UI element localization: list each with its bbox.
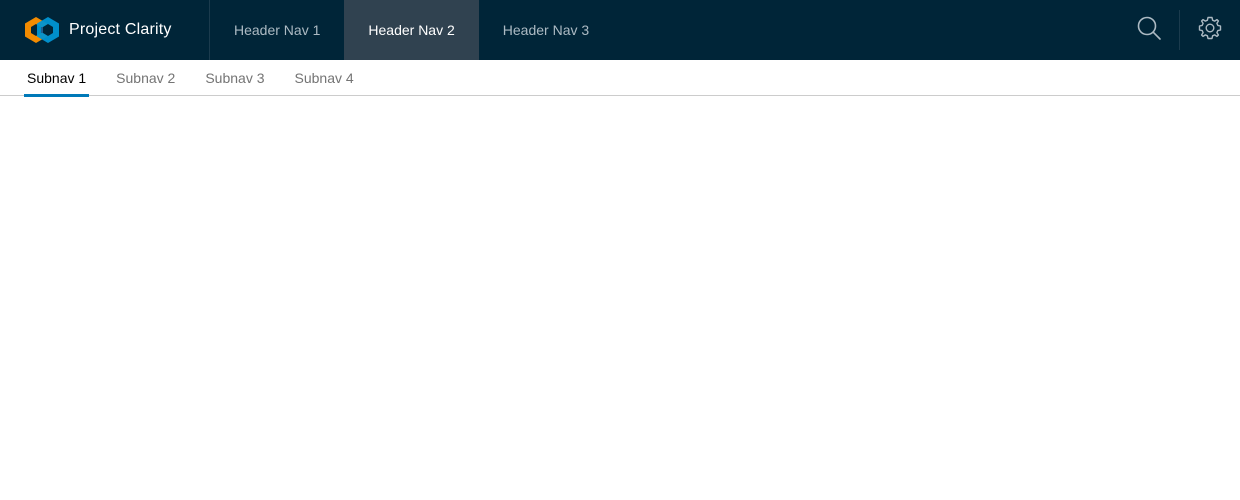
header-actions	[1119, 0, 1240, 60]
search-icon	[1136, 15, 1162, 46]
brand-title: Project Clarity	[69, 21, 172, 38]
branding[interactable]: Project Clarity	[0, 0, 210, 60]
header-nav-3[interactable]: Header Nav 3	[479, 0, 613, 60]
settings-button[interactable]	[1180, 0, 1240, 60]
subnav-tab-3[interactable]: Subnav 3	[202, 60, 267, 96]
subnav: Subnav 1 Subnav 2 Subnav 3 Subnav 4	[0, 60, 1240, 97]
content-area	[0, 97, 1240, 500]
header-nav-2[interactable]: Header Nav 2	[344, 0, 479, 60]
clarity-logo-icon	[24, 16, 60, 44]
subnav-tab-4[interactable]: Subnav 4	[292, 60, 357, 96]
subnav-tab-2[interactable]: Subnav 2	[113, 60, 178, 96]
app-header: Project Clarity Header Nav 1 Header Nav …	[0, 0, 1240, 60]
gear-icon	[1198, 16, 1222, 45]
search-button[interactable]	[1119, 0, 1179, 60]
header-nav-1[interactable]: Header Nav 1	[210, 0, 344, 60]
subnav-tab-1[interactable]: Subnav 1	[24, 60, 90, 97]
header-nav: Header Nav 1 Header Nav 2 Header Nav 3	[210, 0, 613, 60]
